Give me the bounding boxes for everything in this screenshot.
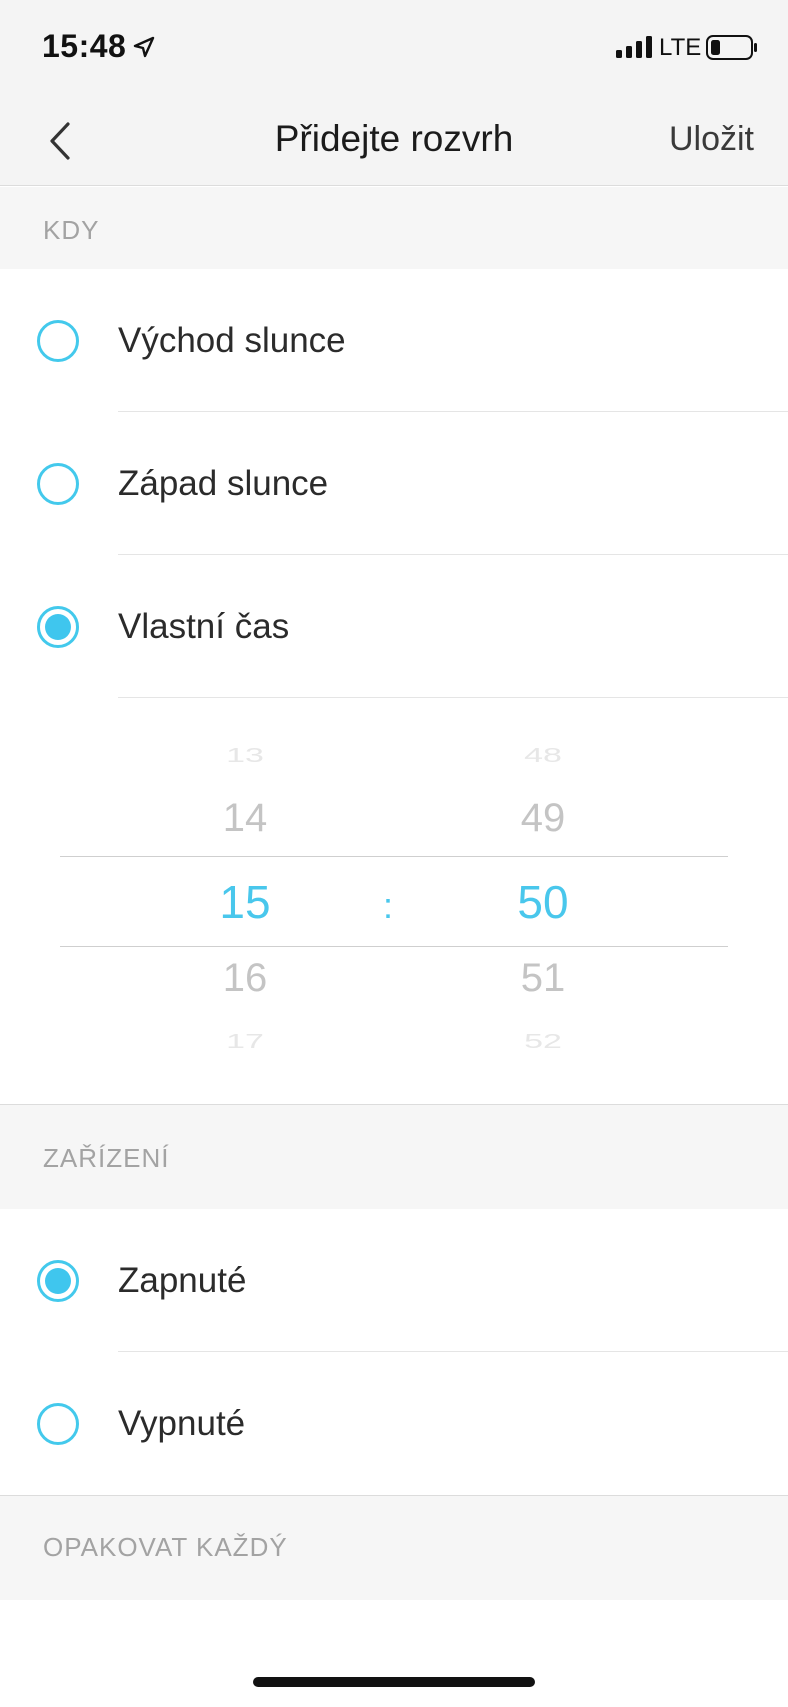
radio-button-selected[interactable] xyxy=(37,605,79,648)
home-indicator xyxy=(253,1677,535,1687)
hour-value: 14 xyxy=(222,796,268,840)
save-button[interactable]: Uložit xyxy=(669,120,754,159)
selected-minute: 50 xyxy=(517,876,569,928)
option-off[interactable]: Vypnuté xyxy=(0,1352,788,1495)
hour-value: 13 xyxy=(226,743,264,767)
network-type: LTE xyxy=(659,34,702,61)
minute-value: 49 xyxy=(520,796,566,840)
selected-hour: 15 xyxy=(219,876,271,928)
hour-wheel[interactable]: 13 14 15 16 17 xyxy=(175,700,315,1104)
time-picker: 13 14 15 16 17 : 48 49 50 51 52 xyxy=(0,700,788,1104)
radio-button[interactable] xyxy=(37,462,79,505)
status-bar: 15:48 LTE xyxy=(0,0,788,96)
divider xyxy=(118,697,788,698)
battery-icon xyxy=(706,35,757,60)
radio-button-selected[interactable] xyxy=(37,1259,79,1302)
option-label: Východ slunce xyxy=(118,320,346,360)
section-header-device: ZAŘÍZENÍ xyxy=(0,1105,788,1209)
option-on[interactable]: Zapnuté xyxy=(0,1209,788,1352)
section-header-label: ZAŘÍZENÍ xyxy=(43,1143,170,1173)
nav-bar: Přidejte rozvrh Uložit xyxy=(0,96,788,186)
section-header-when: KDY xyxy=(0,187,788,269)
minute-value: 52 xyxy=(524,1029,562,1053)
option-sunrise[interactable]: Východ slunce xyxy=(0,269,788,412)
section-header-repeat: OPAKOVAT KAŽDÝ xyxy=(0,1496,788,1600)
radio-button[interactable] xyxy=(37,1402,79,1445)
option-sunset[interactable]: Západ slunce xyxy=(0,412,788,555)
signal-icon xyxy=(616,36,652,58)
section-header-label: KDY xyxy=(43,215,100,245)
minute-wheel[interactable]: 48 49 50 51 52 xyxy=(473,700,613,1104)
hour-value: 16 xyxy=(222,956,268,1000)
picker-selection-line-bottom xyxy=(60,946,728,947)
option-custom-time[interactable]: Vlastní čas xyxy=(0,555,788,698)
location-arrow-icon xyxy=(133,36,155,58)
option-label: Západ slunce xyxy=(118,463,329,503)
picker-selection-line-top xyxy=(60,856,728,857)
option-label: Vlastní čas xyxy=(118,606,290,646)
status-time: 15:48 xyxy=(42,28,127,64)
minute-value: 48 xyxy=(524,743,562,767)
option-label: Zapnuté xyxy=(118,1260,247,1300)
hour-value: 17 xyxy=(226,1029,264,1053)
minute-value: 51 xyxy=(520,956,566,1000)
option-label: Vypnuté xyxy=(118,1403,246,1443)
radio-button[interactable] xyxy=(37,319,79,362)
section-header-label: OPAKOVAT KAŽDÝ xyxy=(43,1532,288,1562)
time-separator: : xyxy=(383,885,394,926)
